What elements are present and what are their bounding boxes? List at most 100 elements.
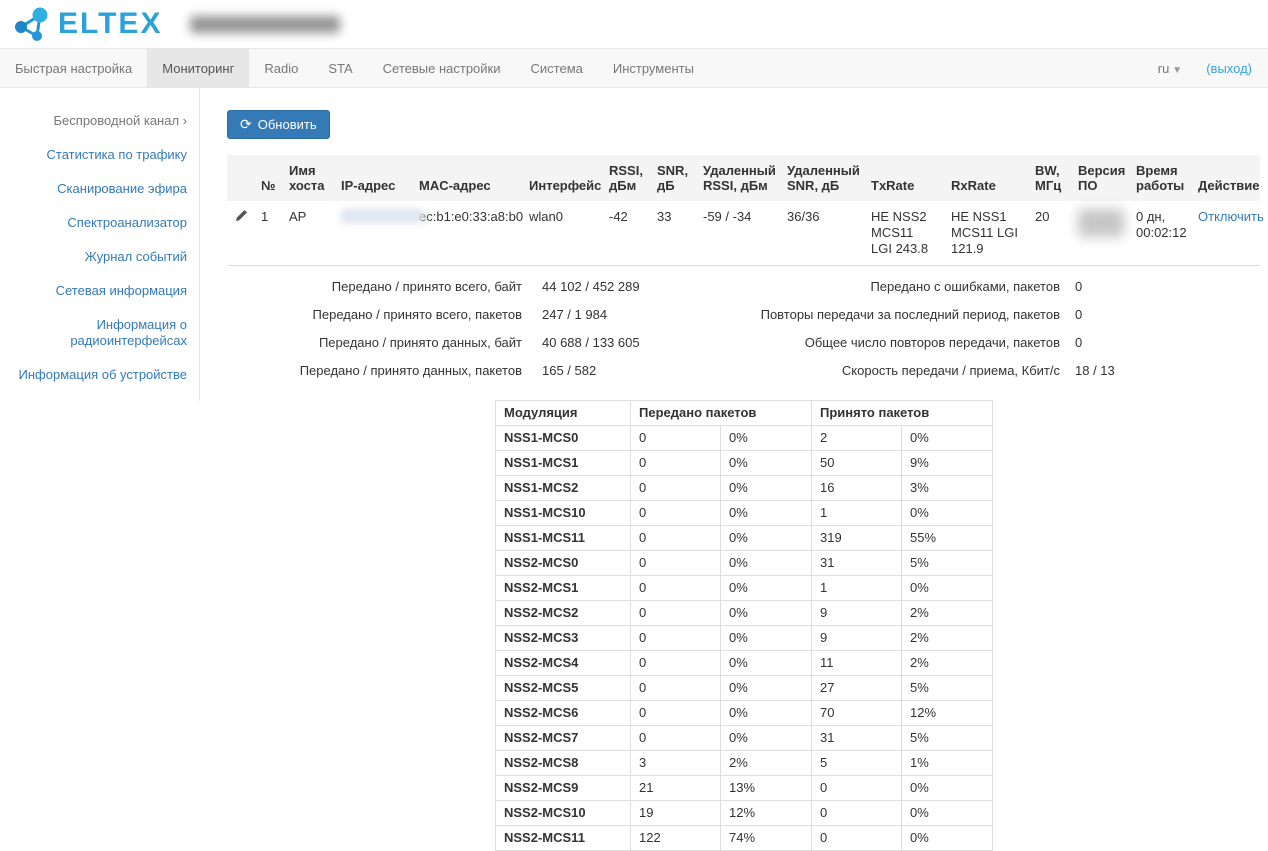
disconnect-link[interactable]: Отключить <box>1198 209 1264 224</box>
nav-tab-мониторинг[interactable]: Мониторинг <box>147 49 249 87</box>
client-interface: wlan0 <box>521 201 601 266</box>
stat-row: Передано / принято всего, байт44 102 / 4… <box>227 279 744 294</box>
modulation-cell: NSS2-MCS5 <box>496 676 631 701</box>
modulation-cell: 19 <box>631 801 721 826</box>
nav-tab-система[interactable]: Система <box>516 49 598 87</box>
modulation-cell: NSS1-MCS1 <box>496 451 631 476</box>
clients-table-header: №Имя хостаIP-адресMAC-адресИнтерфейсRSSI… <box>227 155 1260 201</box>
modulation-row: NSS1-MCS200%163% <box>496 476 993 501</box>
clients-col-header: SNR, дБ <box>649 155 695 201</box>
modulation-cell: 0 <box>631 626 721 651</box>
clients-col-header: Удаленный SNR, дБ <box>779 155 863 201</box>
stat-value: 0 <box>1060 335 1260 350</box>
modulation-cell: 2 <box>812 426 902 451</box>
clients-col-header: Время работы <box>1128 155 1190 201</box>
client-hostname: AP <box>281 201 333 266</box>
client-snr: 33 <box>649 201 695 266</box>
stat-value: 0 <box>1060 307 1260 322</box>
modulation-cell: NSS1-MCS2 <box>496 476 631 501</box>
modulation-table-header: Модуляция Передано пакетов Принято пакет… <box>496 401 993 426</box>
stats-left-column: Передано / принято всего, байт44 102 / 4… <box>227 279 744 391</box>
stat-row: Общее число повторов передачи, пакетов0 <box>744 335 1261 350</box>
modulation-row: NSS2-MCS200%92% <box>496 601 993 626</box>
modulation-cell: 31 <box>812 726 902 751</box>
modulation-row: NSS1-MCS1100%31955% <box>496 526 993 551</box>
modulation-cell: 5% <box>902 551 993 576</box>
modulation-cell: 0 <box>631 501 721 526</box>
client-ip <box>333 201 411 266</box>
client-mac: ec:b1:e0:33:a8:b0 <box>411 201 521 266</box>
redacted-ip-address <box>341 209 425 223</box>
sidebar-item[interactable]: Спектроанализатор <box>0 215 187 231</box>
stat-label: Передано с ошибками, пакетов <box>744 279 1061 294</box>
eltex-molecule-icon <box>12 4 54 44</box>
modulation-cell: 0 <box>631 551 721 576</box>
nav-tab-быстрая-настройка[interactable]: Быстрая настройка <box>0 49 147 87</box>
clients-col-header: Интерфейс <box>521 155 601 201</box>
sidebar-item[interactable]: Журнал событий <box>0 249 187 265</box>
edit-cell[interactable] <box>227 201 253 266</box>
clients-col-header: № <box>253 155 281 201</box>
modulation-cell: 9% <box>902 451 993 476</box>
clients-col-header: Имя хоста <box>281 155 333 201</box>
modulation-cell: 0% <box>721 651 812 676</box>
col-tx-packets: Передано пакетов <box>631 401 812 426</box>
nav-tab-инструменты[interactable]: Инструменты <box>598 49 709 87</box>
modulation-cell: 3 <box>631 751 721 776</box>
modulation-cell: NSS2-MCS8 <box>496 751 631 776</box>
sidebar-item[interactable]: Информация об устройстве <box>0 367 187 383</box>
nav-tab-sta[interactable]: STA <box>313 49 367 87</box>
modulation-cell: NSS2-MCS1 <box>496 576 631 601</box>
modulation-cell: 2% <box>902 651 993 676</box>
pencil-icon <box>235 209 248 222</box>
modulation-row: NSS1-MCS000%20% <box>496 426 993 451</box>
modulation-cell: 0 <box>631 601 721 626</box>
traffic-stats: Передано / принято всего, байт44 102 / 4… <box>227 279 1260 391</box>
stat-label: Передано / принято всего, пакетов <box>227 307 522 322</box>
modulation-cell: 0% <box>721 426 812 451</box>
modulation-cell: 16 <box>812 476 902 501</box>
modulation-cell: 9 <box>812 626 902 651</box>
col-rx-packets: Принято пакетов <box>812 401 993 426</box>
modulation-cell: 0 <box>631 726 721 751</box>
modulation-cell: 0 <box>812 826 902 851</box>
modulation-cell: 2% <box>902 626 993 651</box>
modulation-cell: 2% <box>721 751 812 776</box>
modulation-cell: 70 <box>812 701 902 726</box>
sidebar-item[interactable]: Статистика по трафику <box>0 147 187 163</box>
modulation-cell: 2% <box>902 601 993 626</box>
modulation-cell: 21 <box>631 776 721 801</box>
modulation-cell: 122 <box>631 826 721 851</box>
modulation-cell: 0 <box>631 651 721 676</box>
stat-row: Повторы передачи за последний период, па… <box>744 307 1261 322</box>
clients-col-header: RxRate <box>943 155 1027 201</box>
modulation-cell: 55% <box>902 526 993 551</box>
main-nav: Быстрая настройкаМониторингRadioSTAСетев… <box>0 48 1268 88</box>
modulation-cell: 0% <box>902 826 993 851</box>
eltex-logo: ELTEX <box>12 4 162 44</box>
modulation-cell: 0 <box>631 476 721 501</box>
modulation-cell: 0 <box>631 451 721 476</box>
nav-tab-radio[interactable]: Radio <box>249 49 313 87</box>
language-select[interactable]: ru▼ <box>1158 61 1182 76</box>
modulation-cell: 0% <box>721 601 812 626</box>
modulation-cell: NSS1-MCS0 <box>496 426 631 451</box>
modulation-cell: 0% <box>902 576 993 601</box>
refresh-button[interactable]: ⟳ Обновить <box>227 110 330 139</box>
sidebar-item[interactable]: Сетевая информация <box>0 283 187 299</box>
client-bw: 20 <box>1027 201 1070 266</box>
stat-row: Передано с ошибками, пакетов0 <box>744 279 1261 294</box>
logout-link[interactable]: (выход) <box>1206 61 1252 76</box>
sidebar-item[interactable]: Информация о радиоинтерфейсах <box>0 317 187 349</box>
modulation-cell: 12% <box>902 701 993 726</box>
sidebar-item[interactable]: Сканирование эфира <box>0 181 187 197</box>
modulation-row: NSS2-MCS700%315% <box>496 726 993 751</box>
modulation-cell: 0% <box>902 426 993 451</box>
modulation-cell: 0% <box>721 676 812 701</box>
modulation-row: NSS2-MCS92113%00% <box>496 776 993 801</box>
client-rssi: -42 <box>601 201 649 266</box>
modulation-cell: 0% <box>902 776 993 801</box>
modulation-cell: 0 <box>631 526 721 551</box>
nav-tab-сетевые-настройки[interactable]: Сетевые настройки <box>368 49 516 87</box>
sidebar-item[interactable]: Беспроводной канал › <box>0 113 187 129</box>
